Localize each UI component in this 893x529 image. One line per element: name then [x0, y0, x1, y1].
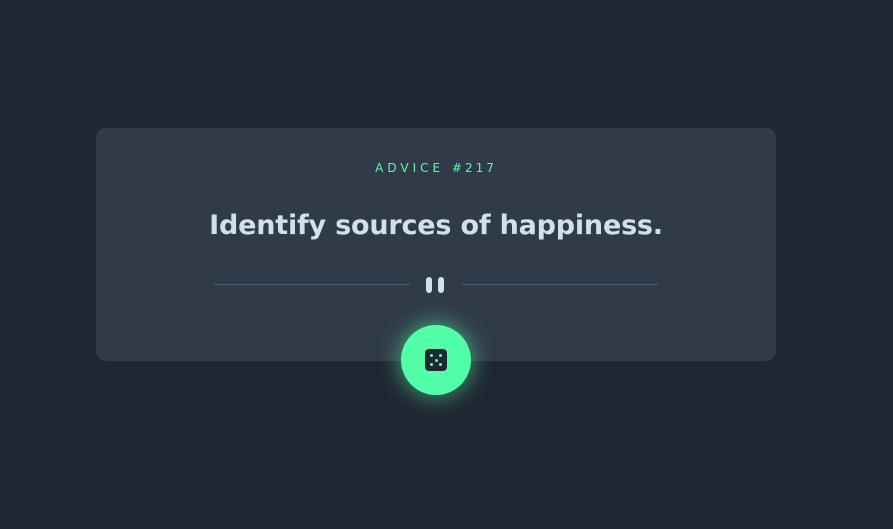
advice-quote: Identify sources of happiness. [209, 210, 663, 241]
advice-id-label: ADVICE #217 [96, 161, 776, 175]
advice-label-text: ADVICE [375, 161, 445, 175]
generate-advice-button[interactable] [401, 325, 471, 395]
divider-line-left [214, 284, 410, 285]
pattern-divider [214, 275, 658, 295]
dice-icon [425, 349, 447, 371]
advice-number: #217 [451, 161, 497, 175]
divider-line-right [462, 284, 658, 285]
pause-icon [426, 277, 446, 293]
